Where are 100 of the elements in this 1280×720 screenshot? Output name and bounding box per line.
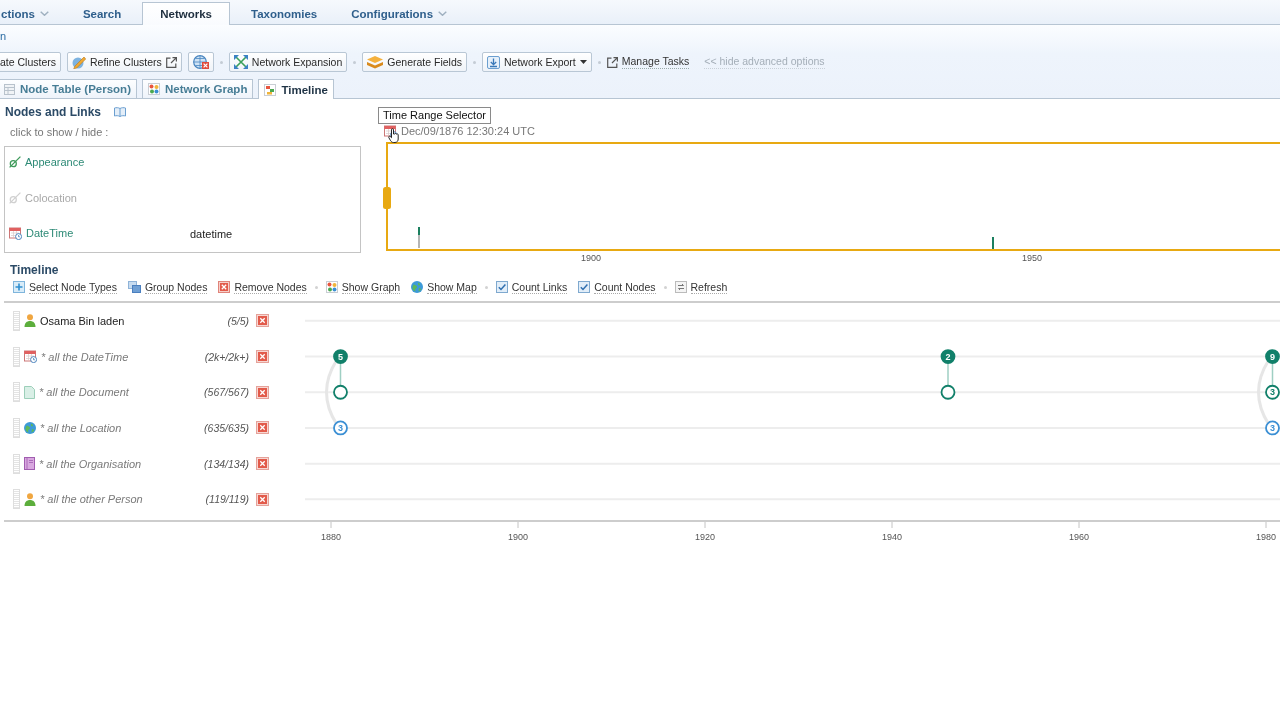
- layers-icon: [367, 55, 384, 69]
- table-icon: [4, 83, 15, 95]
- event-marker[interactable]: 3: [333, 420, 348, 436]
- view-tab[interactable]: Network Graph: [141, 79, 254, 98]
- graph-icon: [325, 281, 338, 293]
- action-link[interactable]: Select Node Types: [13, 280, 117, 294]
- axis-label: 1900: [581, 253, 601, 263]
- event-marker[interactable]: 3: [1265, 420, 1280, 436]
- range-selector-track[interactable]: [386, 142, 1280, 251]
- panel-title: Nodes and Links: [5, 105, 102, 119]
- remove-button[interactable]: [256, 457, 269, 471]
- drag-handle[interactable]: [13, 382, 20, 403]
- row-label: * all the other Person: [40, 492, 144, 507]
- close-icon: [258, 459, 267, 469]
- link-toggle[interactable]: DateTime: [9, 226, 74, 240]
- refresh-icon: [674, 281, 687, 293]
- action-link[interactable]: Show Map: [411, 280, 477, 294]
- toolbar-button[interactable]: Network Expansion: [228, 52, 348, 72]
- event-tick: [992, 236, 994, 250]
- action-link[interactable]: Remove Nodes: [218, 280, 307, 294]
- drag-handle[interactable]: [13, 453, 20, 474]
- remove-button[interactable]: [256, 385, 269, 399]
- row-count: (2k+/2k+): [204, 349, 249, 364]
- nav-tab[interactable]: Configurations: [338, 2, 461, 24]
- book-icon: [114, 107, 127, 117]
- axis-label: 1950: [1022, 253, 1042, 263]
- remove-button[interactable]: [256, 421, 269, 435]
- event-marker[interactable]: 3: [1265, 384, 1280, 400]
- calendar-icon: [9, 226, 22, 240]
- person-icon: [24, 492, 36, 506]
- type-label: datetime: [190, 227, 233, 241]
- close-icon: [258, 423, 267, 433]
- axis-label: 1940: [882, 532, 902, 542]
- nav-tab[interactable]: Taxonomies: [238, 2, 331, 24]
- row-label: Osama Bin laden: [40, 313, 126, 328]
- drag-handle[interactable]: [13, 489, 20, 510]
- axis-label: 1920: [695, 532, 715, 542]
- checkbox-option[interactable]: Count Nodes: [578, 280, 656, 294]
- toolbar-button[interactable]: ate Clusters: [0, 52, 62, 72]
- connector-line: [947, 362, 949, 386]
- slashed-circle-icon: [9, 191, 21, 204]
- toolbar-button[interactable]: Refine Clusters: [67, 52, 182, 72]
- checkbox[interactable]: [495, 281, 508, 293]
- external-link-icon: [606, 56, 618, 68]
- axis-label: 1880: [321, 532, 341, 542]
- nav-tab[interactable]: Networks: [142, 2, 230, 25]
- remove-button[interactable]: [256, 350, 269, 364]
- remove-button[interactable]: [256, 314, 269, 328]
- action-link[interactable]: Refresh: [674, 280, 728, 294]
- drag-handle[interactable]: [13, 417, 20, 438]
- close-icon: [258, 387, 267, 397]
- close-icon: [258, 316, 267, 326]
- slashed-circle-icon: [9, 156, 21, 168]
- row-count: (567/567): [204, 385, 249, 400]
- drag-handle[interactable]: [13, 310, 20, 331]
- row-label: * all the Document: [39, 385, 130, 400]
- row-count: (134/134): [204, 456, 249, 471]
- notebook-icon: [24, 457, 35, 471]
- remove-button[interactable]: [256, 492, 269, 506]
- document-icon: [24, 385, 35, 399]
- close-icon: [258, 494, 267, 504]
- calendar-icon: [24, 350, 37, 364]
- globe-icon: [24, 421, 36, 434]
- hand-cursor-icon: [388, 128, 399, 143]
- link-toggle[interactable]: Appearance: [9, 155, 85, 169]
- action-link[interactable]: Group Nodes: [127, 280, 208, 294]
- dropdown-button[interactable]: Network Export: [482, 52, 592, 72]
- row-label: * all the Organisation: [39, 456, 143, 471]
- axis-label: 1960: [1069, 532, 1089, 542]
- event-marker[interactable]: 2: [940, 349, 956, 364]
- axis-label: 1980: [1256, 532, 1276, 542]
- graph-icon: [147, 83, 160, 95]
- event-marker[interactable]: 9: [1265, 349, 1280, 364]
- caret-icon: [438, 11, 448, 16]
- tooltip: Time Range Selector: [378, 107, 491, 124]
- view-tab[interactable]: Node Table (Person): [0, 79, 137, 98]
- event-marker[interactable]: [940, 384, 956, 400]
- breadcrumb-text: n: [0, 30, 7, 42]
- link[interactable]: Manage Tasks: [606, 55, 690, 69]
- event-marker[interactable]: [333, 384, 348, 400]
- drag-handle[interactable]: [13, 346, 20, 367]
- view-tab[interactable]: Timeline: [258, 79, 334, 99]
- row-label: * all the Location: [40, 420, 123, 435]
- nav-tab[interactable]: ctions: [0, 2, 62, 24]
- connector-line: [339, 362, 342, 386]
- plus-icon: [13, 281, 25, 293]
- external-link-icon: [165, 56, 177, 68]
- person-icon: [24, 314, 36, 328]
- connector-line: [1271, 362, 1274, 386]
- event-marker[interactable]: 5: [333, 349, 348, 364]
- nav-tab[interactable]: Search: [69, 2, 135, 24]
- checkbox-option[interactable]: Count Links: [495, 280, 568, 294]
- close-icon: [258, 352, 267, 362]
- action-link[interactable]: Show Graph: [325, 280, 401, 294]
- range-start-date: Dec/09/1876 12:30:24 UTC: [401, 124, 535, 138]
- range-handle[interactable]: [383, 187, 391, 209]
- download-icon: [487, 55, 500, 69]
- icon-button[interactable]: [187, 52, 214, 72]
- checkbox[interactable]: [578, 281, 591, 293]
- toolbar-button[interactable]: Generate Fields: [362, 52, 467, 72]
